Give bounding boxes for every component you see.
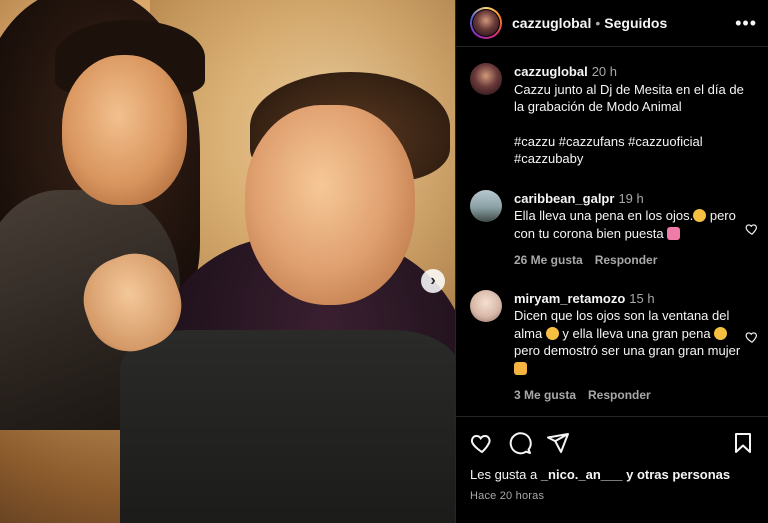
- comment-text: pero demostró ser una gran gran mujer: [514, 343, 741, 358]
- share-icon[interactable]: [546, 431, 570, 455]
- caption-time: 20 h: [591, 64, 617, 79]
- post-photo[interactable]: ›: [0, 0, 455, 523]
- caption: cazzuglobal 20 h Cazzu junto al Dj de Mes…: [470, 63, 755, 168]
- avatar[interactable]: [470, 289, 502, 322]
- story-ring[interactable]: [470, 7, 502, 39]
- comment-text: y ella lleva una gran pena: [558, 325, 715, 341]
- ok-hand-emoji-icon: [514, 361, 527, 375]
- comment-meta: 3 Me gusta Responder: [514, 387, 742, 405]
- comment-item: miryam_retamozo 15 h Dicen que los ojos s…: [470, 289, 757, 405]
- avatar[interactable]: [470, 189, 502, 222]
- post-timestamp: Hace 20 horas: [470, 490, 545, 502]
- reply-button[interactable]: Responder: [588, 388, 651, 402]
- post-actions: Les gusta a _nico._an___ y otras persona…: [456, 416, 768, 502]
- caption-text: Cazzu junto al Dj de Mesita en el día de…: [514, 81, 744, 115]
- pleading-face-emoji-icon: [545, 326, 559, 340]
- pleading-face-emoji-icon: [693, 209, 707, 222]
- sparkling-heart-emoji-icon: [667, 226, 681, 240]
- heart-icon[interactable]: [745, 330, 759, 344]
- likes-others-link[interactable]: y otras personas: [622, 467, 730, 482]
- caption-hashtags[interactable]: #cazzu #cazzufans #cazzuoficial #cazzuba…: [514, 134, 703, 167]
- photo-woman-face: [62, 55, 187, 205]
- comment-username[interactable]: caribbean_galpr: [514, 191, 614, 206]
- pleading-face-emoji-icon: [714, 326, 728, 340]
- comment-meta: 26 Me gusta Responder: [514, 252, 742, 270]
- comment-item: caribbean_galpr 19 h Ella lleva una pena …: [470, 189, 757, 270]
- heart-icon[interactable]: [745, 222, 759, 236]
- avatar[interactable]: [470, 63, 502, 95]
- reply-button[interactable]: Responder: [595, 253, 658, 267]
- comment-time: 19 h: [618, 190, 644, 206]
- comment-likes[interactable]: 3 Me gusta: [514, 388, 576, 402]
- comment-time: 15 h: [629, 290, 655, 306]
- header-separator: •: [595, 15, 601, 31]
- comment-username[interactable]: miryam_retamozo: [514, 291, 625, 306]
- header-username[interactable]: cazzuglobal: [512, 15, 591, 31]
- likes-summary: Les gusta a _nico._an___ y otras persona…: [470, 467, 755, 482]
- comment-text: Ella lleva una pena en los ojos.: [514, 208, 694, 223]
- more-options-icon[interactable]: •••: [735, 13, 757, 34]
- likes-prefix: Les gusta a: [470, 467, 541, 482]
- bookmark-icon[interactable]: [731, 431, 755, 455]
- liked-by-user-link[interactable]: _nico._an___: [541, 467, 623, 482]
- action-bar: [470, 431, 755, 455]
- avatar[interactable]: [473, 10, 499, 36]
- comment-icon[interactable]: [508, 431, 532, 455]
- photo-man-jacket: [120, 330, 455, 523]
- caption-username[interactable]: cazzuglobal: [514, 64, 588, 79]
- follow-status-button[interactable]: Seguidos: [604, 15, 667, 31]
- next-photo-button[interactable]: ›: [421, 269, 445, 293]
- post-side-panel: cazzuglobal • Seguidos ••• cazzuglobal 20…: [455, 0, 768, 523]
- chevron-right-icon: ›: [430, 272, 436, 289]
- photo-man-face: [245, 105, 415, 305]
- heart-icon[interactable]: [470, 431, 494, 455]
- post-header: cazzuglobal • Seguidos •••: [456, 0, 768, 47]
- comments-list: cazzuglobal 20 h Cazzu junto al Dj de Mes…: [456, 47, 768, 405]
- comment-likes[interactable]: 26 Me gusta: [514, 253, 583, 267]
